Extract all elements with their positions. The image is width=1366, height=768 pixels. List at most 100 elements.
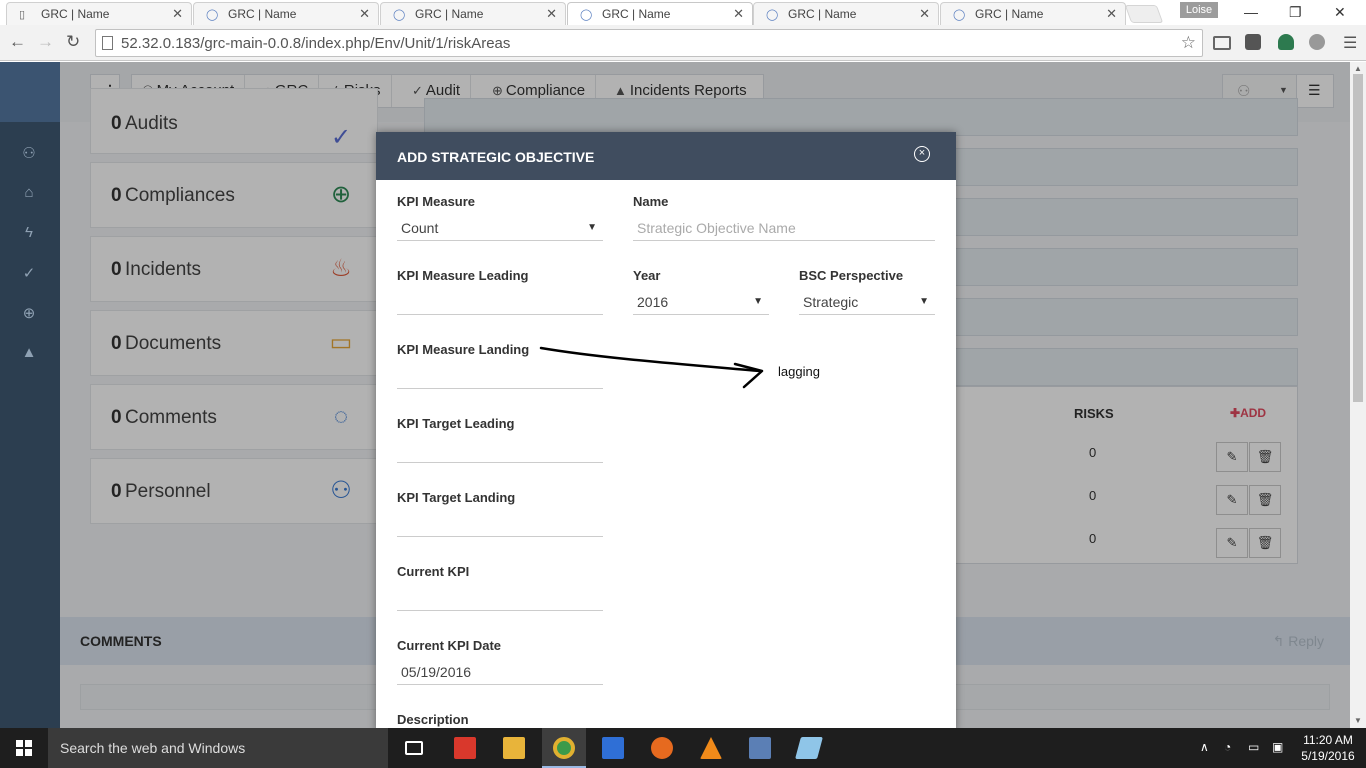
page-icon [102, 36, 113, 50]
kpi-measure-label: KPI Measure [397, 194, 476, 209]
kpi-target-landing-label: KPI Target Landing [397, 490, 516, 505]
current-kpi-date-label: Current KPI Date [397, 638, 502, 653]
close-tab-icon[interactable]: ✕ [359, 6, 370, 22]
kpi-target-leading-input[interactable] [397, 437, 603, 463]
loading-icon: ◯ [393, 9, 406, 21]
app-icon[interactable] [795, 737, 823, 759]
scrollbar-thumb[interactable] [1353, 74, 1363, 402]
vlc-icon[interactable] [700, 737, 722, 759]
year-label: Year [633, 268, 661, 283]
restore-icon[interactable]: ❐ [1289, 4, 1302, 21]
home-icon[interactable]: ⌂ [19, 184, 39, 201]
loading-icon: ◯ [206, 9, 219, 21]
scroll-up-icon[interactable]: ▲ [1354, 64, 1362, 73]
tab-title: GRC | Name [415, 7, 484, 21]
remote-desktop-icon[interactable] [749, 737, 771, 759]
year-select[interactable]: 2016 ▼ [633, 289, 769, 315]
forward-icon[interactable]: → [37, 32, 54, 52]
browser-tab-active[interactable]: ◯ GRC | Name ✕ [567, 2, 753, 25]
current-kpi-input[interactable] [397, 585, 603, 611]
user-icon[interactable]: ⚇ [19, 144, 39, 162]
windows-taskbar: Search the web and Windows ∧ ◔ ▭ ▣ 11:20… [0, 728, 1366, 768]
browser-tab[interactable]: ▯ GRC | Name ✕ [6, 2, 192, 25]
minimize-icon[interactable]: — [1244, 4, 1258, 20]
name-input[interactable]: Strategic Objective Name [633, 215, 935, 241]
extension-icon[interactable] [1245, 34, 1261, 50]
crosshair-icon[interactable]: ⊕ [19, 304, 39, 322]
download-extension-icon[interactable] [1278, 34, 1294, 50]
close-tab-icon[interactable]: ✕ [1106, 6, 1117, 22]
current-kpi-date-input[interactable]: 05/19/2016 [397, 659, 603, 685]
system-clock[interactable]: 11:20 AM 5/19/2016 [1298, 732, 1358, 764]
taskbar-search[interactable]: Search the web and Windows [48, 728, 388, 768]
back-icon[interactable]: ← [9, 32, 26, 52]
apps-icon[interactable] [602, 737, 624, 759]
page-scrollbar[interactable]: ▲ ▼ [1350, 62, 1366, 728]
modal-header: ADD STRATEGIC OBJECTIVE × [376, 132, 956, 180]
browser-tab[interactable]: ◯ GRC | Name ✕ [380, 2, 566, 25]
kpi-target-landing-input[interactable] [397, 511, 603, 537]
document-icon: ▯ [19, 9, 26, 21]
kpi-measure-landing-input[interactable] [397, 363, 603, 389]
browser-tab[interactable]: ◯ GRC | Name ✕ [193, 2, 379, 25]
annotation-text: lagging [778, 364, 820, 379]
close-tab-icon[interactable]: ✕ [546, 6, 557, 22]
add-strategic-objective-modal: ADD STRATEGIC OBJECTIVE × KPI Measure Co… [376, 132, 956, 728]
close-tab-icon[interactable]: ✕ [919, 6, 930, 22]
kpi-measure-leading-input[interactable] [397, 289, 603, 315]
close-tab-icon[interactable]: ✕ [733, 6, 744, 22]
cast-icon[interactable] [1213, 36, 1231, 50]
bolt-icon[interactable]: ϟ [19, 224, 39, 241]
clock-time: 11:20 AM [1303, 733, 1353, 747]
wifi-icon[interactable]: ◔ [1224, 740, 1231, 754]
year-value: 2016 [637, 294, 669, 310]
bsc-perspective-value: Strategic [803, 294, 859, 310]
chrome-icon[interactable] [553, 737, 575, 759]
close-tab-icon[interactable]: ✕ [172, 6, 183, 22]
browser-tab[interactable]: ◯ GRC | Name ✕ [940, 2, 1126, 25]
chrome-menu-icon[interactable]: ☰ [1343, 33, 1357, 53]
modal-title: ADD STRATEGIC OBJECTIVE [397, 149, 595, 165]
close-window-icon[interactable]: ✕ [1334, 4, 1346, 21]
tray-chevron-icon[interactable]: ∧ [1200, 740, 1209, 754]
loading-icon: ◯ [766, 9, 779, 21]
scroll-down-icon[interactable]: ▼ [1354, 716, 1362, 725]
file-explorer-icon[interactable] [503, 737, 525, 759]
app-page: ⚇ ⌂ ϟ ✓ ⊕ ▲ ⋮ ⚇My Account ⌂GRC ϟRisks ✓A… [0, 62, 1366, 728]
reload-icon[interactable]: ↻ [66, 32, 80, 52]
extension-icon[interactable] [1309, 34, 1325, 50]
firefox-icon[interactable] [651, 737, 673, 759]
browser-tab[interactable]: ◯ GRC | Name ✕ [753, 2, 939, 25]
task-view-icon[interactable] [405, 741, 423, 755]
current-kpi-label: Current KPI [397, 564, 470, 579]
mcafee-icon[interactable] [454, 737, 476, 759]
warning-icon[interactable]: ▲ [19, 344, 39, 361]
search-placeholder: Search the web and Windows [60, 740, 246, 756]
browser-toolbar: ← → ↻ 52.32.0.183/grc-main-0.0.8/index.p… [0, 25, 1366, 61]
brand-block [0, 62, 60, 122]
close-modal-icon[interactable]: × [914, 146, 930, 162]
start-button[interactable] [16, 740, 32, 756]
kpi-measure-landing-label: KPI Measure Landing [397, 342, 530, 357]
tab-title: GRC | Name [788, 7, 857, 21]
left-sidebar: ⚇ ⌂ ϟ ✓ ⊕ ▲ [0, 62, 60, 728]
tab-title: GRC | Name [975, 7, 1044, 21]
bsc-perspective-select[interactable]: Strategic ▼ [799, 289, 935, 315]
battery-icon[interactable]: ▭ [1248, 740, 1259, 754]
description-label: Description [397, 712, 469, 727]
new-tab-button[interactable] [1124, 5, 1164, 23]
tab-title: GRC | Name [602, 7, 671, 21]
url-text: 52.32.0.183/grc-main-0.0.8/index.php/Env… [121, 35, 511, 52]
kpi-measure-select[interactable]: Count ▼ [397, 215, 603, 241]
profile-badge[interactable]: Loise [1180, 2, 1218, 18]
tab-title: GRC | Name [41, 7, 110, 21]
check-circle-icon[interactable]: ✓ [19, 264, 39, 282]
loading-icon: ◯ [580, 9, 593, 21]
address-bar[interactable]: 52.32.0.183/grc-main-0.0.8/index.php/Env… [95, 29, 1203, 57]
name-placeholder: Strategic Objective Name [637, 220, 796, 236]
browser-tab-strip: ▯ GRC | Name ✕ ◯ GRC | Name ✕ ◯ GRC | Na… [0, 0, 1366, 25]
bookmark-star-icon[interactable]: ☆ [1181, 33, 1196, 53]
dropdown-caret-icon: ▼ [919, 296, 929, 307]
notification-icon[interactable]: ▣ [1272, 740, 1283, 754]
tab-title: GRC | Name [228, 7, 297, 21]
